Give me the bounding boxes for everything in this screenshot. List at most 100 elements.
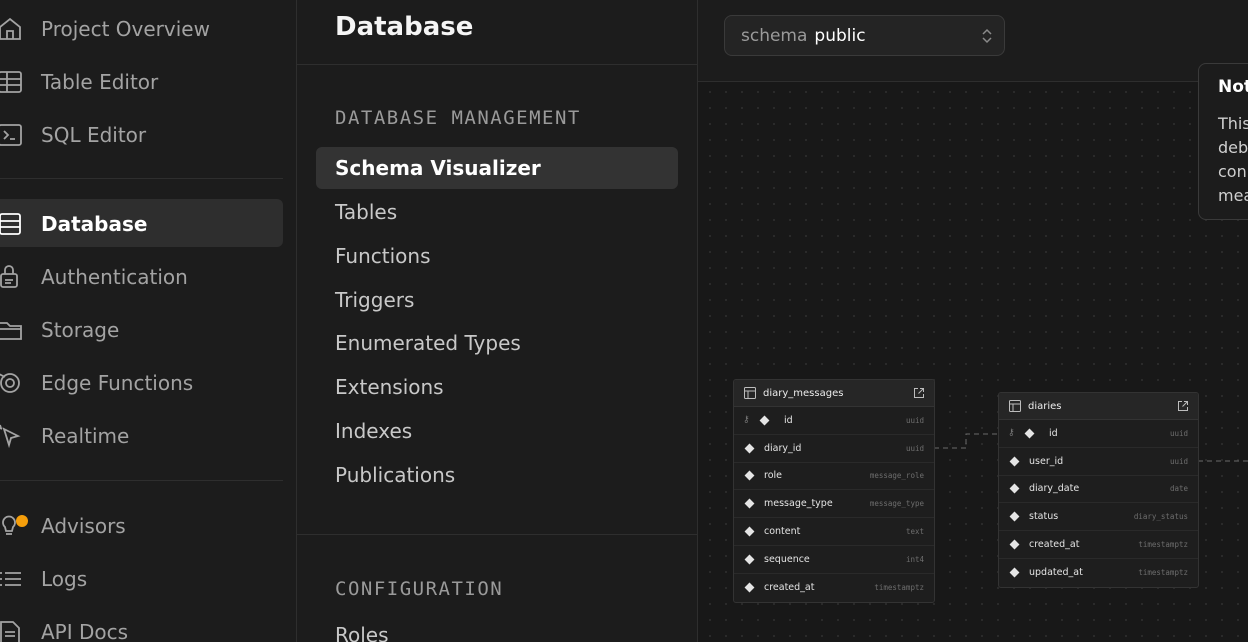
column-name: diary_date (1029, 483, 1080, 495)
schema-selector-value: public (814, 25, 866, 46)
nav-divider (0, 178, 283, 179)
erd-column-row: sequence int4 (734, 546, 934, 574)
column-diamond-icon (744, 554, 755, 565)
menu-item-publications[interactable]: Publications (316, 454, 678, 496)
column-type: uuid (905, 415, 924, 425)
erd-column-row: user_id uuid (999, 448, 1198, 476)
column-name: user_id (1029, 455, 1064, 467)
erd-column-row: diary_id uuid (734, 435, 934, 463)
nav-item-storage[interactable]: Storage (0, 305, 283, 353)
table-icon (744, 387, 756, 399)
column-name: status (1029, 511, 1059, 523)
menu-item-triggers[interactable]: Triggers (316, 279, 678, 321)
nav-label: Edge Functions (41, 371, 194, 395)
column-diamond-icon (1009, 511, 1020, 522)
column-name: id (784, 414, 793, 426)
nav-item-edge-functions[interactable]: Edge Functions (0, 358, 283, 406)
nav-item-database[interactable]: Database (0, 199, 283, 247)
menu-item-indexes[interactable]: Indexes (316, 410, 678, 452)
erd-table-header: diary_messages (734, 380, 934, 407)
lock-icon (0, 264, 24, 290)
column-type: int4 (905, 554, 924, 564)
nav-item-project-overview[interactable]: Project Overview (0, 4, 283, 52)
column-name: created_at (764, 582, 815, 594)
nav-item-table-editor[interactable]: Table Editor (0, 57, 283, 105)
erd-column-row: created_at timestamptz (734, 574, 934, 602)
erd-column-row: content text (734, 518, 934, 546)
column-type: timestamptz (874, 583, 924, 593)
nav-label: Advisors (41, 514, 126, 538)
erd-column-row: ⚷ id uuid (734, 407, 934, 435)
nav-label: Project Overview (41, 17, 210, 41)
menu-item-tables[interactable]: Tables (316, 191, 678, 233)
primary-key-icon: ⚷ (743, 415, 750, 426)
column-type: uuid (905, 443, 924, 453)
database-menu: Database DATABASE MANAGEMENT Schema Visu… (297, 0, 698, 642)
erd-column-row: ⚷ id uuid (999, 420, 1198, 448)
schema-selector-prefix: schema (741, 25, 808, 46)
chevron-up-down-icon (980, 27, 994, 45)
folder-icon (0, 317, 24, 343)
nav-label: Logs (41, 567, 88, 591)
external-link-icon[interactable] (1177, 400, 1189, 412)
terminal-icon (0, 122, 24, 148)
erd-column-row: diary_date date (999, 476, 1198, 504)
erd-table-diary-messages[interactable]: diary_messages ⚷ id uuid diary_id uuid r… (733, 379, 935, 603)
page-title: Database (335, 12, 474, 42)
nav-item-api-docs[interactable]: API Docs (0, 607, 283, 642)
column-diamond-icon (1009, 567, 1020, 578)
notice-title: Not (1218, 77, 1248, 97)
column-name: role (764, 470, 782, 482)
menu-item-enumerated-types[interactable]: Enumerated Types (316, 322, 678, 364)
menu-item-extensions[interactable]: Extensions (316, 366, 678, 408)
column-name: created_at (1029, 539, 1080, 551)
erd-column-row: message_type message_type (734, 490, 934, 519)
notice-popover: Not This deb con mea (1198, 63, 1248, 220)
column-type: uuid (1169, 456, 1188, 466)
column-diamond-icon (1009, 456, 1020, 467)
document-icon (0, 619, 24, 642)
menu-item-functions[interactable]: Functions (316, 235, 678, 277)
column-type: message_role (869, 471, 924, 481)
column-type: uuid (1169, 428, 1188, 438)
nav-item-authentication[interactable]: Authentication (0, 252, 283, 300)
schema-canvas[interactable]: schema public diary_messages ⚷ id uuid d… (698, 0, 1248, 642)
notice-text: mea (1218, 186, 1248, 205)
column-diamond-icon (1024, 428, 1035, 439)
column-type: timestamptz (1138, 568, 1188, 578)
nav-item-advisors[interactable]: Advisors (0, 501, 283, 549)
primary-sidebar: Project Overview Table Editor SQL Editor… (0, 0, 297, 642)
section-heading-configuration: CONFIGURATION (335, 578, 504, 600)
erd-column-row: status diary_status (999, 503, 1198, 532)
column-name: content (764, 526, 801, 538)
nav-label: Table Editor (41, 70, 159, 94)
nav-item-realtime[interactable]: Realtime (0, 411, 283, 459)
nav-label: Authentication (41, 265, 188, 289)
notification-dot (16, 515, 28, 527)
canvas-toolbar: schema public (698, 0, 1248, 82)
erd-table-diaries[interactable]: diaries ⚷ id uuid user_id uuid diary_dat… (998, 392, 1199, 588)
menu-item-roles[interactable]: Roles (316, 614, 678, 642)
nav-label: Storage (41, 318, 120, 342)
menu-divider (297, 534, 698, 535)
column-diamond-icon (744, 526, 755, 537)
nav-label: Realtime (41, 424, 130, 448)
section-heading-database-management: DATABASE MANAGEMENT (335, 107, 581, 129)
column-name: updated_at (1029, 567, 1083, 579)
schema-selector[interactable]: schema public (724, 15, 1005, 56)
primary-key-icon: ⚷ (1008, 428, 1015, 439)
menu-item-schema-visualizer[interactable]: Schema Visualizer (316, 147, 678, 189)
nav-item-sql-editor[interactable]: SQL Editor (0, 110, 283, 158)
column-type: timestamptz (1138, 540, 1188, 550)
nav-label: SQL Editor (41, 123, 147, 147)
column-name: sequence (764, 553, 810, 565)
cursor-icon (0, 423, 24, 449)
erd-column-row: created_at timestamptz (999, 531, 1198, 559)
nav-divider (0, 480, 283, 481)
external-link-icon[interactable] (913, 387, 925, 399)
column-diamond-icon (744, 443, 755, 454)
table-icon (1009, 400, 1021, 412)
nav-label: Database (41, 212, 148, 236)
nav-item-logs[interactable]: Logs (0, 554, 283, 602)
column-type: diary_status (1133, 512, 1188, 522)
